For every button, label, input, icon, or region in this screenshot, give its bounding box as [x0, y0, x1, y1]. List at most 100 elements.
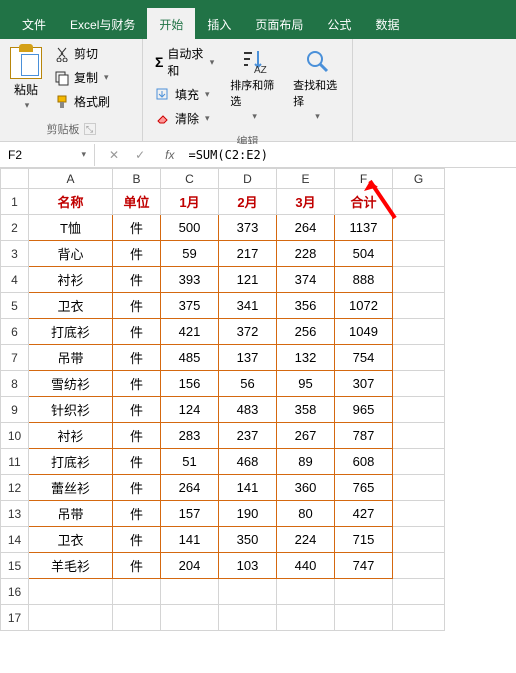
cell[interactable]: 80: [277, 501, 335, 527]
copy-button[interactable]: 复制 ▾: [50, 67, 114, 88]
cell[interactable]: 358: [277, 397, 335, 423]
cell[interactable]: 237: [219, 423, 277, 449]
cell[interactable]: 137: [219, 345, 277, 371]
cell[interactable]: 蕾丝衫: [29, 475, 113, 501]
cancel-icon[interactable]: ✕: [105, 146, 123, 164]
cell[interactable]: 124: [161, 397, 219, 423]
cell[interactable]: [113, 605, 161, 631]
cell[interactable]: 吊带: [29, 345, 113, 371]
cell[interactable]: 件: [113, 423, 161, 449]
cell[interactable]: 吊带: [29, 501, 113, 527]
tab-6[interactable]: 数据: [363, 8, 411, 39]
cell[interactable]: 374: [277, 267, 335, 293]
row-header[interactable]: 6: [1, 319, 29, 345]
fill-button[interactable]: 填充 ▾: [151, 84, 218, 105]
row-header[interactable]: 1: [1, 189, 29, 215]
cell[interactable]: 608: [335, 449, 393, 475]
cell[interactable]: 485: [161, 345, 219, 371]
paste-button[interactable]: 粘贴 ▾: [8, 43, 44, 117]
cell[interactable]: 224: [277, 527, 335, 553]
cut-button[interactable]: 剪切: [50, 43, 114, 64]
cell[interactable]: 件: [113, 215, 161, 241]
row-header[interactable]: 17: [1, 605, 29, 631]
row-header[interactable]: 14: [1, 527, 29, 553]
cell[interactable]: 雪纺衫: [29, 371, 113, 397]
tab-3[interactable]: 插入: [195, 8, 243, 39]
cell[interactable]: 打底衫: [29, 319, 113, 345]
cell[interactable]: 141: [161, 527, 219, 553]
cell[interactable]: 件: [113, 553, 161, 579]
cell[interactable]: 373: [219, 215, 277, 241]
cell[interactable]: 217: [219, 241, 277, 267]
cell[interactable]: 衬衫: [29, 423, 113, 449]
cell[interactable]: [161, 579, 219, 605]
cell[interactable]: 356: [277, 293, 335, 319]
header-cell[interactable]: 1月: [161, 189, 219, 215]
cell[interactable]: 421: [161, 319, 219, 345]
cell[interactable]: [113, 579, 161, 605]
cell[interactable]: [219, 605, 277, 631]
header-cell[interactable]: 2月: [219, 189, 277, 215]
cell[interactable]: 504: [335, 241, 393, 267]
cell[interactable]: 打底衫: [29, 449, 113, 475]
cell[interactable]: 307: [335, 371, 393, 397]
cell[interactable]: 件: [113, 527, 161, 553]
cell[interactable]: 375: [161, 293, 219, 319]
cell[interactable]: [393, 449, 445, 475]
cell[interactable]: 350: [219, 527, 277, 553]
cell[interactable]: 264: [277, 215, 335, 241]
row-header[interactable]: 15: [1, 553, 29, 579]
fx-icon[interactable]: fx: [159, 148, 180, 162]
cell[interactable]: 468: [219, 449, 277, 475]
format-painter-button[interactable]: 格式刷: [50, 91, 114, 112]
cell[interactable]: [393, 371, 445, 397]
row-header[interactable]: 13: [1, 501, 29, 527]
cell[interactable]: 件: [113, 319, 161, 345]
cell[interactable]: [393, 267, 445, 293]
cell[interactable]: [277, 605, 335, 631]
sort-filter-button[interactable]: AZ 排序和筛选 ▾: [226, 43, 281, 129]
row-header[interactable]: 10: [1, 423, 29, 449]
cell[interactable]: 754: [335, 345, 393, 371]
cell[interactable]: [29, 605, 113, 631]
cell[interactable]: 89: [277, 449, 335, 475]
row-header[interactable]: 7: [1, 345, 29, 371]
header-cell[interactable]: 3月: [277, 189, 335, 215]
cell[interactable]: 747: [335, 553, 393, 579]
cell[interactable]: 440: [277, 553, 335, 579]
cell[interactable]: 103: [219, 553, 277, 579]
cell[interactable]: 256: [277, 319, 335, 345]
name-box[interactable]: F2 ▾: [0, 144, 95, 166]
cell[interactable]: 件: [113, 501, 161, 527]
cell[interactable]: 59: [161, 241, 219, 267]
cell[interactable]: 背心: [29, 241, 113, 267]
cell[interactable]: [393, 553, 445, 579]
clear-button[interactable]: 清除 ▾: [151, 108, 218, 129]
row-header[interactable]: 8: [1, 371, 29, 397]
cell[interactable]: [393, 397, 445, 423]
cell[interactable]: [161, 605, 219, 631]
cell[interactable]: 787: [335, 423, 393, 449]
row-header[interactable]: 4: [1, 267, 29, 293]
cell[interactable]: 56: [219, 371, 277, 397]
header-cell[interactable]: 单位: [113, 189, 161, 215]
cell[interactable]: [29, 579, 113, 605]
cell[interactable]: 121: [219, 267, 277, 293]
tab-2[interactable]: 开始: [147, 8, 195, 39]
row-header[interactable]: 9: [1, 397, 29, 423]
cell[interactable]: 427: [335, 501, 393, 527]
cell[interactable]: 件: [113, 293, 161, 319]
cell[interactable]: [393, 345, 445, 371]
tab-1[interactable]: Excel与财务: [58, 8, 147, 39]
cell[interactable]: 件: [113, 449, 161, 475]
cell[interactable]: 204: [161, 553, 219, 579]
cell[interactable]: [393, 423, 445, 449]
row-header[interactable]: 2: [1, 215, 29, 241]
cell[interactable]: 件: [113, 475, 161, 501]
row-header[interactable]: 3: [1, 241, 29, 267]
cell[interactable]: 264: [161, 475, 219, 501]
cell[interactable]: [393, 501, 445, 527]
formula-input[interactable]: [180, 144, 516, 166]
col-header[interactable]: B: [113, 169, 161, 189]
cell[interactable]: 1072: [335, 293, 393, 319]
